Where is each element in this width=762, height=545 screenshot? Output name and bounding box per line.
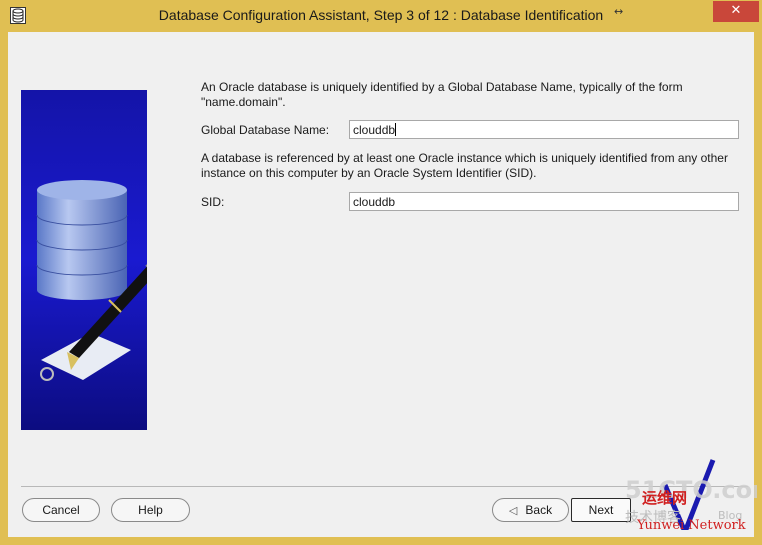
window-title: Database Configuration Assistant, Step 3… [158,7,604,23]
help-button[interactable]: Help [111,498,190,522]
title-bar[interactable]: Database Configuration Assistant, Step 3… [0,0,762,32]
text-caret [395,123,397,136]
sid-input[interactable]: clouddb [349,192,739,211]
dialog-window: Database Configuration Assistant, Step 3… [0,0,762,545]
global-name-description: An Oracle database is uniquely identifie… [201,80,683,109]
close-button[interactable]: ✕ [713,1,759,22]
global-db-name-input[interactable]: clouddb [349,120,739,139]
global-db-name-value: clouddb [353,123,396,137]
cancel-button[interactable]: Cancel [22,498,100,522]
watermark-text-network: Yunwei Network [637,518,746,533]
sid-value: clouddb [353,195,396,209]
database-pen-illustration [21,90,147,430]
sid-description: A database is referenced by at least one… [201,151,728,180]
chevron-left-icon: ◁ [508,505,518,517]
resize-icon: ↔ [614,5,624,18]
global-db-name-label: Global Database Name: [201,123,330,137]
back-button-label: Back [525,503,553,517]
watermark-text-yunwei: 运维网 [642,489,688,507]
sid-label: SID: [201,195,225,209]
back-button[interactable]: ◁ Back [492,498,569,522]
